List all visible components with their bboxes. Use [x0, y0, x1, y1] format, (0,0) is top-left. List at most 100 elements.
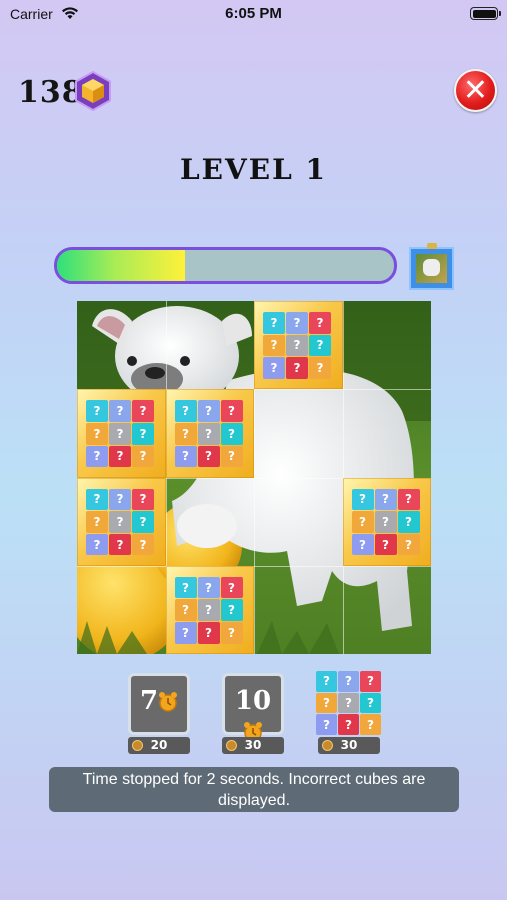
mini-cube: ? — [86, 488, 108, 511]
mini-cube: ? — [220, 576, 243, 599]
alarm-clock-icon — [159, 692, 178, 712]
cube-tile[interactable]: ????????? — [77, 477, 166, 566]
cube-tile[interactable]: ????????? — [77, 389, 166, 478]
mini-cube: ? — [132, 511, 154, 533]
mini-cube: ? — [86, 533, 108, 556]
mini-cube: ? — [263, 357, 285, 379]
mini-cube: ? — [174, 445, 197, 468]
mini-cube: ? — [197, 599, 220, 622]
mini-cube: ? — [174, 622, 197, 644]
mini-cube: ? — [109, 533, 131, 556]
toast-line-2: displayed. — [217, 792, 291, 809]
mini-cube: ? — [316, 714, 337, 735]
mini-cube: ? — [220, 400, 243, 422]
mini-cube: ? — [360, 671, 381, 692]
mini-cube: ? — [132, 445, 154, 468]
cube-tile[interactable]: ????????? — [342, 477, 431, 566]
mini-cube: ? — [174, 422, 197, 445]
mystery-cube-icon: ????????? — [86, 400, 154, 468]
mini-cube: ? — [374, 533, 397, 556]
mini-cube: ? — [338, 692, 359, 714]
progress-bar — [54, 247, 397, 284]
booster-10-value: 10 — [234, 686, 272, 716]
mini-cube: ? — [86, 511, 108, 533]
mini-cube: ? — [338, 671, 359, 692]
mystery-cube-icon: ????????? — [174, 400, 243, 468]
mini-cube: ? — [109, 511, 131, 533]
mini-cube: ? — [132, 488, 154, 511]
mini-cube: ? — [197, 400, 220, 422]
mini-cube: ? — [109, 445, 131, 468]
booster-time-10[interactable]: 10 — [222, 673, 284, 742]
mini-cube: ? — [360, 714, 381, 735]
mini-cube: ? — [220, 445, 243, 468]
mini-cube: ? — [309, 334, 331, 357]
booster-10-cost: 30 — [222, 737, 284, 754]
mini-cube: ? — [220, 422, 243, 445]
mystery-cube-icon: ????????? — [263, 312, 331, 379]
booster-time-7[interactable]: 7 — [128, 673, 190, 735]
mini-cube: ? — [197, 445, 220, 468]
mini-cube: ? — [286, 334, 308, 357]
mini-cube: ? — [132, 400, 154, 422]
clock-time: 6:05 PM — [225, 5, 282, 22]
mini-cube: ? — [351, 488, 374, 511]
mini-cube: ? — [109, 422, 131, 445]
mini-cube: ? — [220, 599, 243, 622]
cube-currency-icon — [75, 71, 111, 111]
booster-7-cost: 20 — [128, 737, 190, 754]
booster-reveal-cubes[interactable]: ????????? — [316, 671, 381, 735]
cube-tile[interactable]: ????????? — [254, 301, 343, 390]
mini-cube: ? — [351, 511, 374, 533]
mini-cube: ? — [397, 511, 420, 533]
close-button[interactable]: ✕ — [454, 69, 497, 112]
mini-cube: ? — [132, 533, 154, 556]
mini-cube: ? — [174, 400, 197, 422]
mini-cube: ? — [86, 445, 108, 468]
mini-cube: ? — [397, 533, 420, 556]
toast-line-1: Time stopped for 2 seconds. Incorrect cu… — [82, 771, 426, 788]
dog-thumbnail-icon — [416, 254, 447, 283]
cube-tile[interactable]: ????????? — [165, 565, 254, 654]
mini-cube: ? — [132, 422, 154, 445]
mystery-cube-icon: ????????? — [351, 488, 420, 556]
status-bar: Carrier 6:05 PM — [0, 0, 507, 30]
mini-cube: ? — [338, 714, 359, 735]
mystery-cube-icon: ????????? — [174, 576, 243, 644]
mini-cube: ? — [86, 400, 108, 422]
mini-cube: ? — [351, 533, 374, 556]
mini-cube: ? — [109, 488, 131, 511]
mini-cube: ? — [174, 599, 197, 622]
mini-cube: ? — [263, 312, 285, 334]
close-icon: ✕ — [462, 73, 489, 108]
puzzle-board: ????????????????????????????????????????… — [77, 301, 431, 654]
mini-cube: ? — [174, 576, 197, 599]
level-title: LEVEL 1 — [179, 153, 327, 186]
mini-cube: ? — [263, 334, 285, 357]
mini-cube: ? — [316, 671, 337, 692]
mini-cube: ? — [360, 692, 381, 714]
hint-toast: Time stopped for 2 seconds. Incorrect cu… — [49, 767, 459, 812]
mini-cube: ? — [197, 422, 220, 445]
battery-icon — [470, 7, 501, 20]
mini-cube: ? — [316, 692, 337, 714]
cube-tile[interactable]: ????????? — [165, 389, 254, 478]
mini-cube: ? — [374, 488, 397, 511]
mini-cube: ? — [374, 511, 397, 533]
grid-line — [77, 565, 431, 567]
mini-cube: ? — [197, 576, 220, 599]
mini-cube: ? — [309, 312, 331, 334]
mini-cube: ? — [309, 357, 331, 379]
mini-cube: ? — [197, 622, 220, 644]
mini-cube: ? — [397, 488, 420, 511]
mini-cube: ? — [286, 312, 308, 334]
mini-cube: ? — [86, 422, 108, 445]
mini-cube: ? — [286, 357, 308, 379]
booster-reveal-cost: 30 — [318, 737, 380, 754]
booster-7-value: 7 — [139, 686, 159, 716]
mystery-cube-icon: ????????? — [86, 488, 154, 556]
progress-fill — [57, 250, 186, 281]
mini-cube: ? — [109, 400, 131, 422]
picture-preview-button[interactable] — [409, 243, 454, 290]
mini-cube: ? — [220, 622, 243, 644]
